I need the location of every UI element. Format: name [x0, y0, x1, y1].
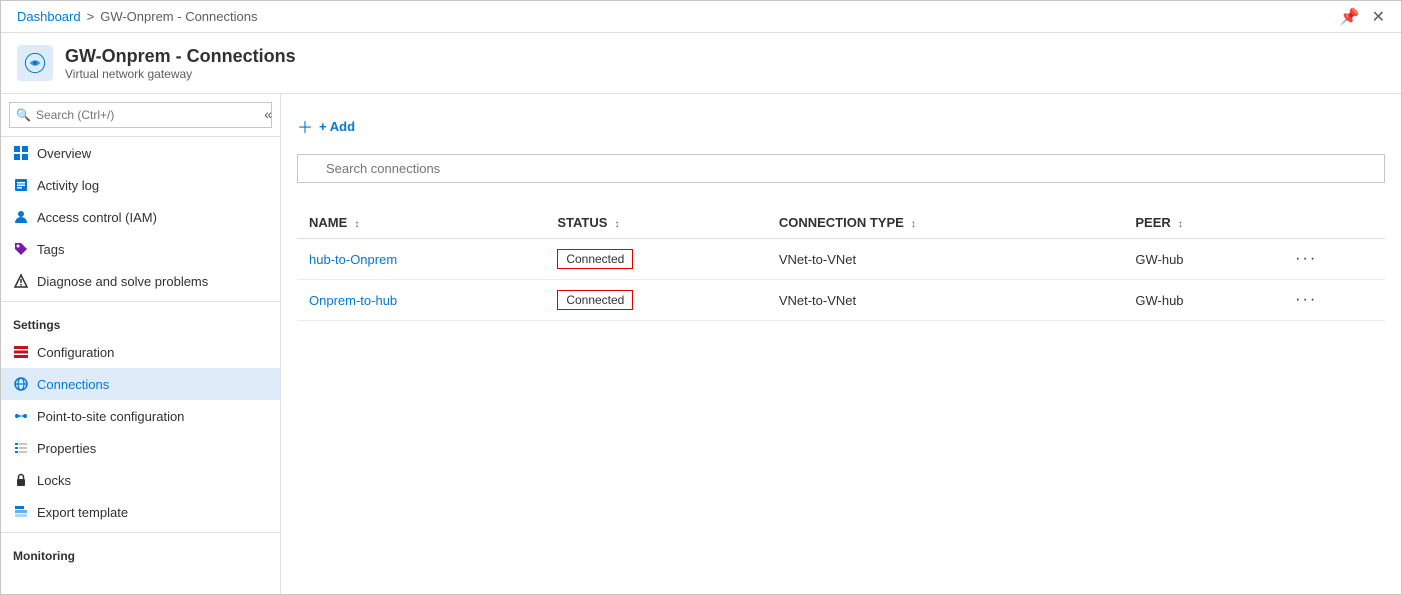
- sidebar: 🔍 « Overview Activity log: [1, 94, 281, 594]
- overview-icon: [13, 145, 29, 161]
- activity-log-icon: [13, 177, 29, 193]
- top-bar: Dashboard > GW-Onprem - Connections 📌 ✕: [1, 1, 1401, 33]
- table-row: hub-to-Onprem Connected VNet-to-VNet GW-…: [297, 239, 1385, 280]
- sidebar-item-diagnose-label: Diagnose and solve problems: [37, 274, 208, 289]
- row1-peer: GW-hub: [1123, 239, 1283, 280]
- sidebar-item-configuration[interactable]: Configuration: [1, 336, 280, 368]
- sidebar-item-iam[interactable]: Access control (IAM): [1, 201, 280, 233]
- connection-type-sort-icon[interactable]: ↕: [911, 219, 916, 230]
- row2-status: Connected: [545, 280, 767, 321]
- row1-status: Connected: [545, 239, 767, 280]
- add-button-label: + Add: [319, 119, 355, 134]
- sidebar-item-configuration-label: Configuration: [37, 345, 114, 360]
- page-subtitle: Virtual network gateway: [65, 67, 296, 81]
- sidebar-item-activity-log-label: Activity log: [37, 178, 99, 193]
- export-icon: [13, 504, 29, 520]
- sidebar-item-activity-log[interactable]: Activity log: [1, 169, 280, 201]
- table-row: Onprem-to-hub Connected VNet-to-VNet GW-…: [297, 280, 1385, 321]
- search-icon: 🔍: [16, 108, 31, 122]
- breadcrumb-separator: >: [87, 9, 95, 24]
- name-sort-icon[interactable]: ↕: [354, 219, 359, 230]
- sidebar-item-tags[interactable]: Tags: [1, 233, 280, 265]
- row1-name[interactable]: hub-to-Onprem: [297, 239, 545, 280]
- sidebar-search-container: 🔍: [1, 94, 280, 137]
- sidebar-item-export[interactable]: Export template: [1, 496, 280, 528]
- sidebar-item-connections[interactable]: Connections: [1, 368, 280, 400]
- resource-icon: [17, 45, 53, 81]
- page-header: GW-Onprem - Connections Virtual network …: [1, 33, 1401, 94]
- sidebar-item-tags-label: Tags: [37, 242, 64, 257]
- add-icon: ＋: [297, 114, 313, 138]
- iam-icon: [13, 209, 29, 225]
- add-button[interactable]: ＋ + Add: [297, 110, 355, 142]
- row2-ellipsis-button[interactable]: ···: [1295, 291, 1317, 309]
- row2-actions: ···: [1283, 280, 1385, 321]
- top-bar-actions: 📌 ✕: [1340, 7, 1385, 27]
- sidebar-item-iam-label: Access control (IAM): [37, 210, 157, 225]
- row1-actions: ···: [1283, 239, 1385, 280]
- tags-icon: [13, 241, 29, 257]
- col-connection-type: CONNECTION TYPE ↕: [767, 207, 1124, 239]
- pin-icon[interactable]: 📌: [1340, 7, 1360, 27]
- monitoring-section-header: Monitoring: [1, 537, 280, 567]
- sidebar-item-locks[interactable]: Locks: [1, 464, 280, 496]
- sidebar-item-diagnose[interactable]: Diagnose and solve problems: [1, 265, 280, 297]
- main-window: Dashboard > GW-Onprem - Connections 📌 ✕ …: [0, 0, 1402, 595]
- locks-icon: [13, 472, 29, 488]
- table-header-row: NAME ↕ STATUS ↕ CONNECTION TYPE ↕ PEER: [297, 207, 1385, 239]
- connections-table: NAME ↕ STATUS ↕ CONNECTION TYPE ↕ PEER: [297, 207, 1385, 321]
- row2-connection-type: VNet-to-VNet: [767, 280, 1124, 321]
- settings-divider: [1, 301, 280, 302]
- status-sort-icon[interactable]: ↕: [614, 219, 619, 230]
- breadcrumb-dashboard[interactable]: Dashboard: [17, 9, 81, 24]
- breadcrumb: Dashboard > GW-Onprem - Connections: [17, 9, 257, 24]
- col-peer: PEER ↕: [1123, 207, 1283, 239]
- sidebar-collapse-button[interactable]: «: [264, 106, 272, 122]
- sidebar-item-overview-label: Overview: [37, 146, 91, 161]
- row1-connection-type: VNet-to-VNet: [767, 239, 1124, 280]
- row2-peer: GW-hub: [1123, 280, 1283, 321]
- sidebar-item-connections-label: Connections: [37, 377, 109, 392]
- peer-sort-icon[interactable]: ↕: [1178, 219, 1183, 230]
- sidebar-item-properties[interactable]: Properties: [1, 432, 280, 464]
- settings-section-header: Settings: [1, 306, 280, 336]
- connections-search-input[interactable]: [297, 154, 1385, 183]
- row2-name[interactable]: Onprem-to-hub: [297, 280, 545, 321]
- connections-search-wrapper: 🔍: [297, 154, 1385, 195]
- sidebar-item-export-label: Export template: [37, 505, 128, 520]
- close-icon[interactable]: ✕: [1372, 7, 1385, 27]
- content-area: ＋ + Add 🔍 NAME ↕ STATUS ↕: [281, 94, 1401, 594]
- sidebar-item-overview[interactable]: Overview: [1, 137, 280, 169]
- breadcrumb-current: GW-Onprem - Connections: [100, 9, 257, 24]
- p2s-icon: [13, 408, 29, 424]
- table-header: NAME ↕ STATUS ↕ CONNECTION TYPE ↕ PEER: [297, 207, 1385, 239]
- sidebar-item-locks-label: Locks: [37, 473, 71, 488]
- sidebar-item-properties-label: Properties: [37, 441, 96, 456]
- header-text: GW-Onprem - Connections Virtual network …: [65, 46, 296, 81]
- monitoring-divider: [1, 532, 280, 533]
- sidebar-item-p2s-label: Point-to-site configuration: [37, 409, 184, 424]
- status-badge: Connected: [557, 290, 633, 310]
- row1-ellipsis-button[interactable]: ···: [1295, 250, 1317, 268]
- col-actions: [1283, 207, 1385, 239]
- page-title: GW-Onprem - Connections: [65, 46, 296, 67]
- status-badge: Connected: [557, 249, 633, 269]
- main-layout: 🔍 « Overview Activity log: [1, 94, 1401, 594]
- sidebar-search-input[interactable]: [9, 102, 272, 128]
- search-wrapper: 🔍: [9, 102, 272, 128]
- col-name: NAME ↕: [297, 207, 545, 239]
- configuration-icon: [13, 344, 29, 360]
- sidebar-item-p2s[interactable]: Point-to-site configuration: [1, 400, 280, 432]
- properties-icon: [13, 440, 29, 456]
- connections-icon: [13, 376, 29, 392]
- table-body: hub-to-Onprem Connected VNet-to-VNet GW-…: [297, 239, 1385, 321]
- col-status: STATUS ↕: [545, 207, 767, 239]
- diagnose-icon: [13, 273, 29, 289]
